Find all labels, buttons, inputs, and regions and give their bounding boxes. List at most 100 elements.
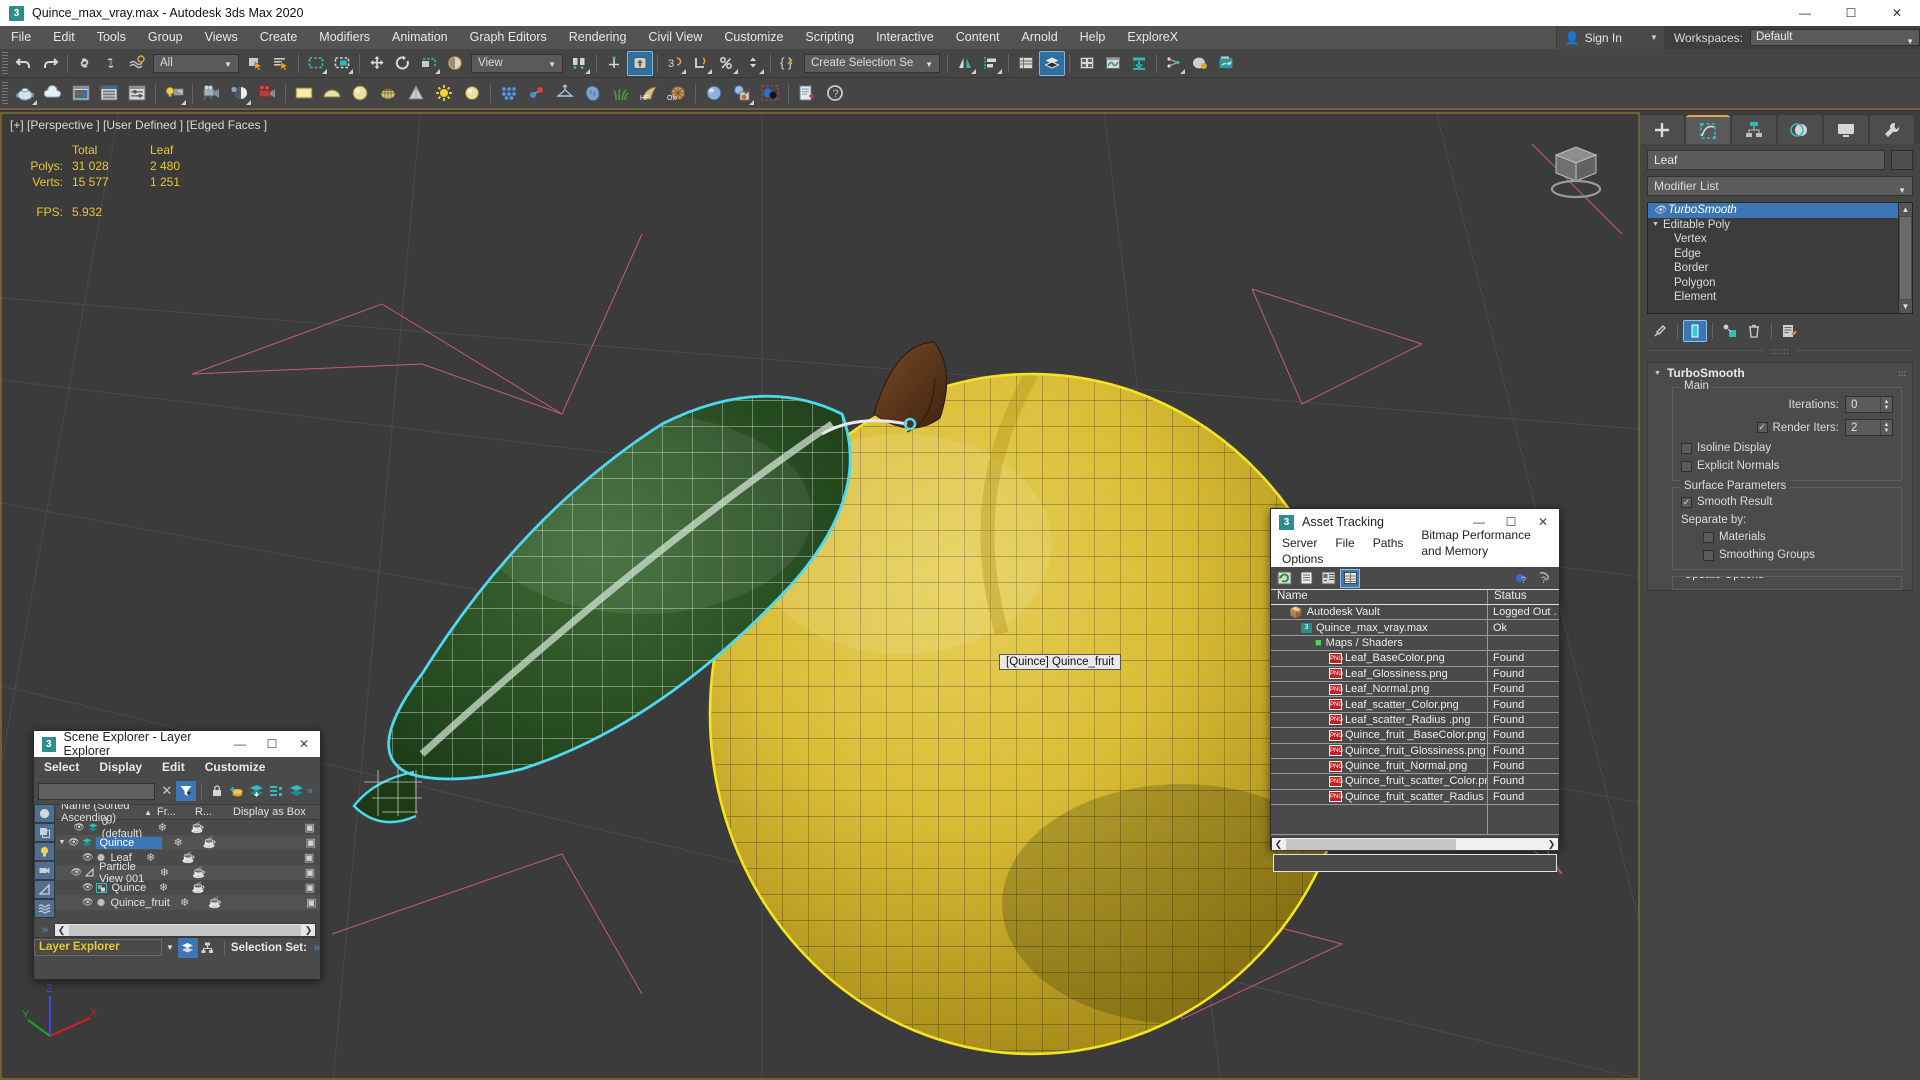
menu-edit[interactable]: Edit — [42, 26, 86, 49]
render-setup-button[interactable] — [1213, 51, 1239, 76]
scene-explorer-window[interactable]: 3 Scene Explorer - Layer Explorer — ☐ ✕ … — [33, 730, 321, 980]
at-menu-server[interactable]: Server — [1273, 535, 1326, 551]
eye-icon[interactable]: 👁 — [71, 867, 82, 878]
spinner-arrows-icon[interactable]: ▲ ▼ — [1880, 397, 1892, 412]
modifier-stack-scrollbar[interactable]: ▲ ▼ — [1898, 203, 1912, 313]
explicit-normals-checkbox[interactable] — [1681, 460, 1692, 472]
modifier-stack-item-edge[interactable]: Edge — [1648, 247, 1898, 262]
filter-cameras-icon[interactable] — [34, 861, 55, 880]
at-menu-options[interactable]: Options — [1273, 551, 1332, 567]
column-name[interactable]: Name — [1271, 590, 1487, 604]
select-and-link-button[interactable] — [72, 51, 98, 76]
menu-tools[interactable]: Tools — [86, 26, 137, 49]
freeze-icon[interactable]: ❄ — [147, 866, 182, 879]
table-row[interactable]: PNG Quince_fruit _BaseColor.png Found — [1271, 728, 1559, 744]
eye-icon[interactable]: 👁 — [73, 822, 84, 833]
scrollbar-thumb[interactable] — [69, 924, 301, 936]
overflow-chevron-icon[interactable]: » — [314, 942, 320, 954]
sign-in-button[interactable]: 👤 Sign In ▼ — [1555, 26, 1664, 49]
view-cube[interactable] — [1532, 139, 1612, 209]
particle-systems-button[interactable] — [523, 79, 551, 107]
scrollbar-thumb[interactable] — [1900, 217, 1911, 299]
list-item[interactable]: 👁 Particle View 001 ❄ ☕ ▣ — [56, 861, 320, 885]
modifier-stack-item-polygon[interactable]: Polygon — [1648, 276, 1898, 291]
utilities-tab[interactable] — [1870, 115, 1914, 144]
reference-coordinate-select[interactable]: View ▼ — [471, 53, 563, 73]
at-menu-bitmap-performance[interactable]: Bitmap Performance and Memory — [1412, 527, 1559, 559]
display-as-box-icon[interactable]: ▣ — [300, 866, 320, 879]
asset-tracking-button[interactable] — [793, 79, 821, 107]
render-iters-checkbox[interactable]: ✓ — [1756, 422, 1768, 433]
maximize-button[interactable]: ☐ — [256, 731, 288, 757]
configure-modifier-sets-button[interactable] — [1777, 320, 1801, 342]
hairfarm-button[interactable]: HF — [635, 79, 663, 107]
render-icon[interactable]: ☕ — [200, 896, 230, 909]
chevron-down-icon[interactable]: ▼ — [1652, 221, 1659, 228]
mirror-button[interactable] — [952, 51, 978, 76]
table-row[interactable]: 📦 Autodesk Vault Logged Out . — [1271, 605, 1559, 621]
cone-gizmo-button[interactable] — [402, 79, 430, 107]
wireframe-teapot-button[interactable] — [374, 79, 402, 107]
viewport-label[interactable]: [+] [Perspective ] [User Defined ] [Edge… — [10, 118, 267, 132]
menu-explorex[interactable]: ExploreX — [1116, 26, 1189, 49]
modifier-stack-item-editable-poly[interactable]: ▼ Editable Poly — [1648, 218, 1898, 233]
render-iters-stepper[interactable]: 2 ▲ ▼ — [1845, 419, 1893, 436]
table-row[interactable]: PNG Leaf_Glossiness.png Found — [1271, 666, 1559, 682]
table-row[interactable]: PNG Leaf_scatter_Radius .png Found — [1271, 712, 1559, 729]
freeze-icon[interactable]: ❄ — [170, 896, 200, 909]
edit-named-selection-sets-button[interactable]: { } — [775, 51, 801, 76]
render-icon[interactable]: ☕ — [194, 836, 226, 849]
render-icon[interactable]: ☕ — [169, 851, 207, 864]
materials-checkbox[interactable] — [1703, 531, 1714, 543]
standard-primitives-teapot-button[interactable] — [11, 79, 39, 107]
modifier-stack-item-border[interactable]: Border — [1648, 261, 1898, 276]
toggle-layer-explorer-button[interactable] — [1039, 50, 1065, 76]
at-menu-paths[interactable]: Paths — [1364, 535, 1413, 551]
modifier-stack-item-turbosmooth[interactable]: 👁 TurboSmooth — [1648, 203, 1898, 218]
sort-ascending-icon[interactable]: ▲ — [144, 808, 152, 817]
minimize-button[interactable]: — — [224, 731, 256, 757]
se-menu-customize[interactable]: Customize — [195, 757, 276, 778]
smooth-result-row[interactable]: ✓ Smooth Result — [1681, 496, 1893, 508]
modifier-list-select[interactable]: Modifier List ▼ — [1647, 176, 1913, 196]
scroll-right-icon[interactable]: ❯ — [1545, 839, 1558, 850]
render-preset-plane-button[interactable] — [290, 79, 318, 107]
overflow-chevron-icon[interactable]: » — [307, 785, 316, 797]
add-selection-to-layer-icon[interactable] — [247, 781, 267, 801]
tree-view-icon[interactable] — [1318, 569, 1338, 588]
particle-flow-button[interactable] — [1161, 51, 1187, 76]
display-as-box-icon[interactable]: ▣ — [300, 821, 320, 834]
layers-icon[interactable] — [287, 781, 307, 801]
environment-button[interactable] — [225, 79, 253, 107]
menu-arnold[interactable]: Arnold — [1011, 26, 1069, 49]
chevron-down-icon[interactable]: ▼ — [166, 943, 174, 952]
schematic-view-button[interactable] — [1126, 51, 1152, 76]
select-and-rotate-button[interactable] — [390, 51, 416, 76]
scroll-down-icon[interactable]: ▼ — [1899, 300, 1912, 313]
lock-icon[interactable] — [207, 781, 227, 801]
table-row[interactable]: PNG Quince_fruit_Glossiness.png Found — [1271, 743, 1559, 759]
material-editor-button[interactable] — [1187, 51, 1213, 76]
modifier-stack-item-element[interactable]: Element — [1648, 290, 1898, 305]
add-help-icon[interactable]: ? — [1512, 569, 1532, 588]
menu-views[interactable]: Views — [194, 26, 249, 49]
menu-create[interactable]: Create — [249, 26, 309, 49]
video-post-button[interactable] — [253, 79, 281, 107]
table-row[interactable]: PNG Quince_fruit_Normal.png Found — [1271, 758, 1559, 775]
scroll-up-icon[interactable]: ▲ — [1899, 203, 1912, 216]
scene-explorer-tree[interactable]: Name (Sorted Ascending) ▲ Fr... R... Dis… — [56, 804, 320, 923]
iterations-stepper[interactable]: 0 ▲ ▼ — [1845, 396, 1893, 413]
hierarchy-mode-button[interactable] — [198, 938, 218, 958]
column-display-as-box[interactable]: Display as Box — [228, 806, 320, 818]
ornatrix-button[interactable]: Ox — [663, 79, 691, 107]
filter-lights-icon[interactable] — [34, 842, 55, 861]
remove-modifier-button[interactable] — [1742, 320, 1766, 342]
filter-shapes-icon[interactable] — [34, 823, 55, 842]
select-and-scale-button[interactable] — [416, 51, 442, 76]
undo-button[interactable] — [11, 51, 37, 76]
menu-modifiers[interactable]: Modifiers — [308, 26, 381, 49]
menu-graph-editors[interactable]: Graph Editors — [459, 26, 558, 49]
snaps-toggle-button[interactable] — [627, 50, 653, 76]
at-menu-file[interactable]: File — [1326, 535, 1363, 551]
menu-content[interactable]: Content — [945, 26, 1011, 49]
